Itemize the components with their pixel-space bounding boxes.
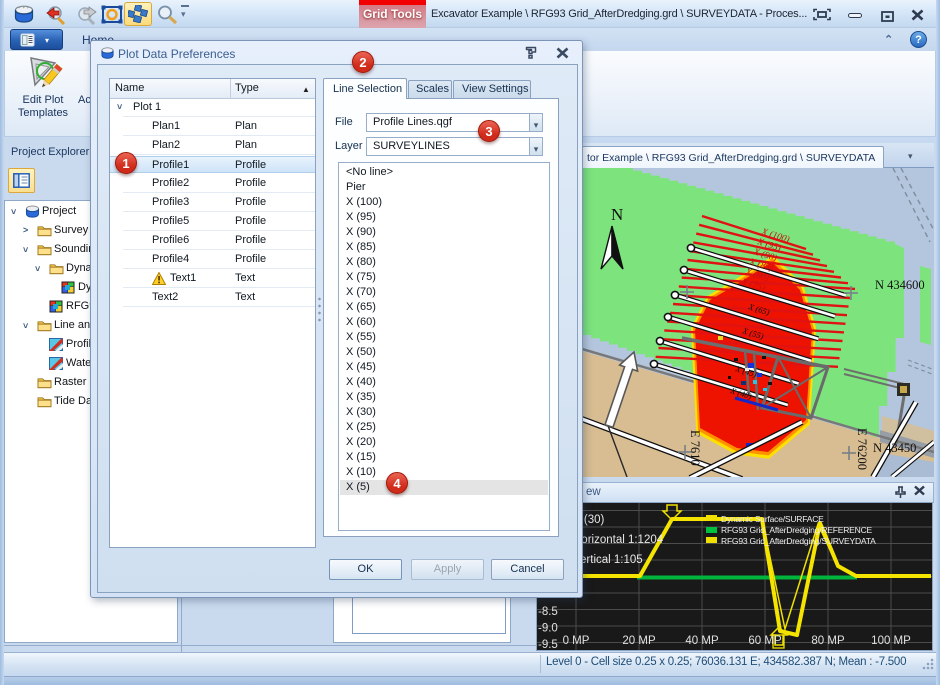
svg-text:60 MP: 60 MP [748, 635, 782, 647]
svg-text:0 MP: 0 MP [563, 635, 590, 647]
svg-text:RFG93 Grid_AfterDredging/SURVE: RFG93 Grid_AfterDredging/SURVEYDATA [721, 536, 876, 546]
svg-text:E 7610: E 7610 [688, 430, 702, 466]
svg-text:-9.5: -9.5 [538, 639, 558, 650]
svg-text:80 MP: 80 MP [811, 635, 845, 647]
svg-text:40 MP: 40 MP [685, 635, 719, 647]
svg-text:Horizontal 1:1204: Horizontal 1:1204 [573, 534, 664, 546]
svg-text:100 MP: 100 MP [871, 635, 911, 647]
svg-text:-9.0: -9.0 [538, 623, 558, 635]
svg-text:Dynamic Surface/SURFACE: Dynamic Surface/SURFACE [721, 514, 824, 524]
svg-text:Vertical 1:105: Vertical 1:105 [573, 554, 643, 566]
svg-text:-8.5: -8.5 [538, 606, 558, 618]
svg-text:N 434600: N 434600 [875, 278, 925, 292]
svg-text:20 MP: 20 MP [622, 635, 656, 647]
svg-text:N: N [611, 205, 623, 224]
svg-text:RFG93 Grid_AfterDredging/REFER: RFG93 Grid_AfterDredging/REFERENCE [721, 525, 873, 535]
svg-text:N 43450: N 43450 [873, 441, 916, 455]
svg-text:E 76200: E 76200 [855, 428, 869, 470]
